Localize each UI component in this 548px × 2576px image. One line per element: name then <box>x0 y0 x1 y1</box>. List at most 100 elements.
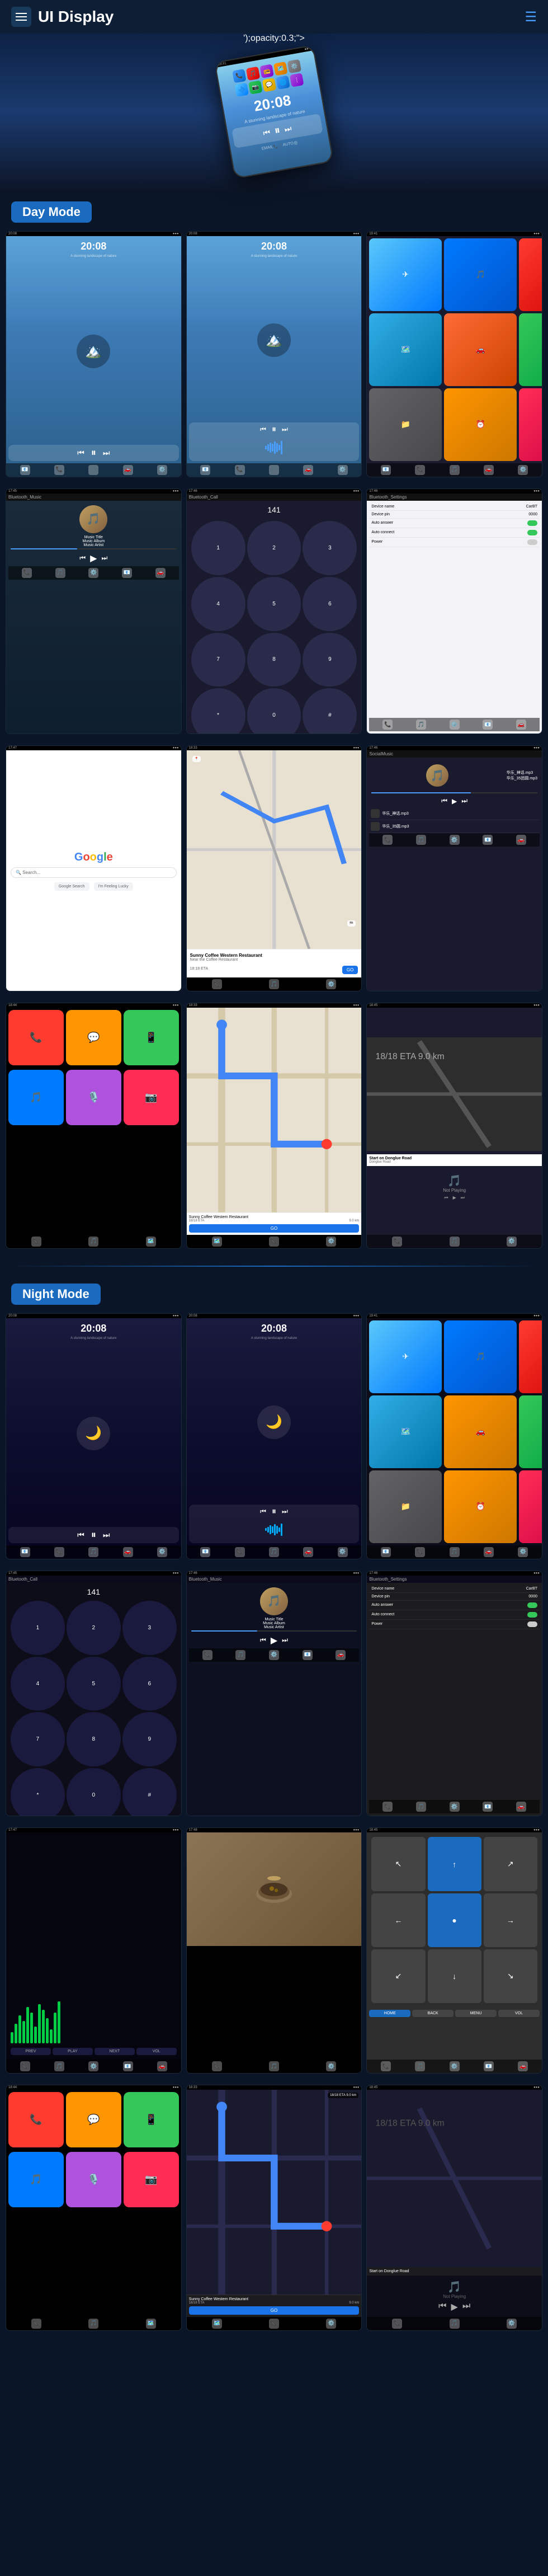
night-app-3[interactable]: 📞 <box>519 1320 542 1393</box>
night-play-1[interactable]: ⏸ <box>91 1529 96 1541</box>
night-ios-phone[interactable]: 📞 <box>8 2092 64 2147</box>
night-bs-5[interactable]: 🚗 <box>516 1802 526 1812</box>
night-np-1[interactable]: 📞 <box>392 2319 402 2329</box>
nav-tr[interactable]: ↗ <box>484 1837 537 1891</box>
call-7[interactable]: 7 <box>191 633 245 687</box>
night-call-7[interactable]: 7 <box>11 1712 65 1766</box>
np-play[interactable]: ▶ <box>453 1195 456 1201</box>
nav-center[interactable]: ● <box>428 1893 481 1947</box>
day-soc-2[interactable]: 🎵 <box>416 835 426 845</box>
day-bt-m-1[interactable]: 📞 <box>22 568 32 578</box>
nav-func-4[interactable]: VOL <box>498 2010 540 2017</box>
day-np-2[interactable]: 🎵 <box>450 1237 460 1247</box>
day-bt-3[interactable]: 📧 <box>381 465 391 475</box>
nav-go-btn-2[interactable]: GO <box>189 1224 360 1233</box>
night-next-1[interactable]: ⏭ <box>103 1530 110 1540</box>
bt-music-play[interactable]: ▶ <box>90 553 97 564</box>
night-ctrl-3[interactable]: NEXT <box>95 2048 135 2055</box>
ios-whatsapp[interactable]: 📱 <box>124 1010 179 1065</box>
night-bm-1[interactable]: 📞 <box>202 1650 212 1660</box>
day-auto-2[interactable]: 🚗 <box>303 465 313 475</box>
day-map-2[interactable]: 🎵 <box>269 979 279 989</box>
day-ios-2[interactable]: 🎵 <box>88 1237 98 1247</box>
night-next-2[interactable]: ⏭ <box>282 1507 288 1516</box>
app-car[interactable]: 🚗 <box>444 313 517 386</box>
day-auto-1[interactable]: 🚗 <box>123 465 133 475</box>
app-waze[interactable]: 🗺️ <box>369 313 442 386</box>
call-3[interactable]: 3 <box>303 521 357 575</box>
night-app-12[interactable]: ⏰ <box>444 1470 517 1543</box>
night-call-8[interactable]: 8 <box>67 1712 121 1766</box>
day-bt-s-3[interactable]: ⚙️ <box>450 720 460 730</box>
night-cp-1[interactable]: 📞 <box>381 2061 391 2071</box>
night-bm-4[interactable]: 📧 <box>303 1650 313 1660</box>
night-np-2[interactable]: 🎵 <box>450 2319 460 2329</box>
night-np-next[interactable]: ⏭ <box>462 2301 470 2312</box>
night-call-6[interactable]: 6 <box>122 1657 177 1711</box>
night-ios-wa[interactable]: 📱 <box>124 2092 179 2147</box>
night-app-11[interactable]: 📁 <box>369 1470 442 1543</box>
nav-func-3[interactable]: MENU <box>455 2010 497 2017</box>
night-b-5[interactable]: ⚙️ <box>157 1547 167 1557</box>
night-b3-5[interactable]: ⚙️ <box>518 1547 528 1557</box>
app-gallery[interactable]: 🖼️ <box>519 313 542 386</box>
call-5[interactable]: 5 <box>247 577 301 631</box>
night-ios-pod[interactable]: 🎙️ <box>66 2152 121 2207</box>
auto-connect-toggle[interactable] <box>527 530 537 535</box>
day-bt-m-2[interactable]: 🎵 <box>55 568 65 578</box>
night-bm-2[interactable]: 🎵 <box>235 1650 245 1660</box>
nav-br[interactable]: ↘ <box>484 1949 537 2003</box>
day-play-2[interactable]: ⏸ <box>272 425 276 435</box>
list-item-2[interactable]: 华乐_35圆.mp3 <box>369 820 540 833</box>
night-cp-4[interactable]: 📧 <box>484 2061 494 2071</box>
menu-button[interactable] <box>11 7 31 27</box>
night-call-1[interactable]: 1 <box>11 1601 65 1655</box>
night-ctrl-2[interactable]: PLAY <box>53 2048 93 2055</box>
night-wv-3[interactable]: ⚙️ <box>88 2061 98 2071</box>
ios-social[interactable]: 📷 <box>124 1070 179 1125</box>
night-b2-3[interactable]: 🎵 <box>269 1547 279 1557</box>
call-1[interactable]: 1 <box>191 521 245 575</box>
call-2[interactable]: 2 <box>247 521 301 575</box>
app-icon-cam[interactable]: 📷 <box>248 80 262 94</box>
list-item-1[interactable]: 华乐_神话.mp3 <box>369 807 540 820</box>
day-bt-m-4[interactable]: 📧 <box>122 568 132 578</box>
social-play[interactable]: ▶ <box>452 797 457 805</box>
day-map-3[interactable]: ⚙️ <box>326 979 336 989</box>
call-star[interactable]: * <box>191 688 245 734</box>
night-bs-3[interactable]: ⚙️ <box>450 1802 460 1812</box>
night-b3-4[interactable]: 🚗 <box>484 1547 494 1557</box>
app-icon-more[interactable]: ⋮ <box>290 73 304 87</box>
night-auto-answer-toggle[interactable] <box>527 1602 537 1608</box>
np-prev[interactable]: ⏮ <box>444 1195 448 1201</box>
power-toggle[interactable] <box>527 539 537 545</box>
night-wv-2[interactable]: 🎵 <box>54 2061 64 2071</box>
night-app-8[interactable]: 🖼️ <box>519 1395 542 1468</box>
day-play-1[interactable]: ⏸ <box>91 447 96 459</box>
night-ctrl-1[interactable]: PREV <box>11 2048 51 2055</box>
night-prev-1[interactable]: ⏮ <box>77 1530 84 1540</box>
night-b3-2[interactable]: 📞 <box>415 1547 425 1557</box>
night-call-star[interactable]: * <box>11 1768 65 1816</box>
night-app-13[interactable]: 👤 <box>519 1470 542 1543</box>
night-bs-2[interactable]: 🎵 <box>416 1802 426 1812</box>
ios-music[interactable]: 🎵 <box>8 1070 64 1125</box>
day-set-3[interactable]: ⚙️ <box>518 465 528 475</box>
day-soc-4[interactable]: 📧 <box>483 835 493 845</box>
day-bt-s-4[interactable]: 📧 <box>483 720 493 730</box>
day-prev-2[interactable]: ⏮ <box>260 425 266 434</box>
night-call-3[interactable]: 3 <box>122 1601 177 1655</box>
night-ios-photo[interactable]: 📷 <box>124 2152 179 2207</box>
night-call-0[interactable]: 0 <box>67 1768 121 1816</box>
night-bm-5[interactable]: 🚗 <box>336 1650 346 1660</box>
nav-l[interactable]: ← <box>371 1893 425 1947</box>
ios-phone[interactable]: 📞 <box>8 1010 64 1065</box>
day-ios-1[interactable]: 📞 <box>31 1237 41 1247</box>
hero-next-btn[interactable]: ⏭ <box>284 124 292 134</box>
day-phone-3[interactable]: 📞 <box>415 465 425 475</box>
call-4[interactable]: 4 <box>191 577 245 631</box>
day-set-1[interactable]: ⚙️ <box>157 465 167 475</box>
app-music2[interactable]: 🎵 <box>444 238 517 311</box>
nav-bl[interactable]: ↙ <box>371 1949 425 2003</box>
night-b3-1[interactable]: 📧 <box>381 1547 391 1557</box>
